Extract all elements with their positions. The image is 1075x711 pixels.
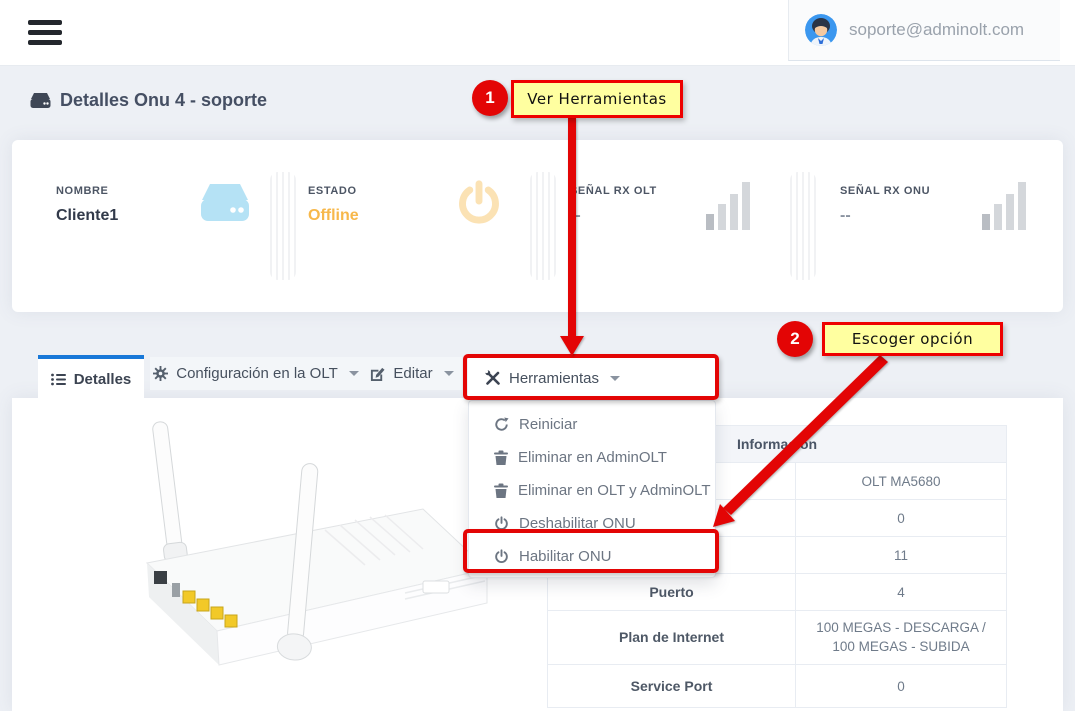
list-icon [51,373,66,386]
stat-senal-rx-olt: SEÑAL RX OLT -- [570,185,657,225]
menu-item-eliminar-olt-y-adminolt[interactable]: Eliminar en OLT y AdminOLT [469,474,715,507]
hdd-icon [30,92,51,109]
user-email: soporte@adminolt.com [849,20,1024,40]
annotation-step-1-badge: 1 [472,80,508,116]
onu-device-image [25,405,495,705]
signal-bars-icon [982,180,1028,232]
annotation-step-1-label: Ver Herramientas [511,80,683,118]
menu-item-deshabilitar-onu[interactable]: Deshabilitar ONU [469,507,715,540]
herramientas-dropdown-menu: Reiniciar Eliminar en AdminOLT Eliminar … [468,400,716,578]
hdd-icon [200,180,250,226]
menu-item-habilitar-onu[interactable]: Habilitar ONU [469,540,715,573]
refresh-icon [494,417,509,432]
annotation-step-2-badge: 2 [777,321,813,357]
chevron-down-icon [610,376,620,381]
divider [270,172,296,280]
tab-editar[interactable]: Editar [362,357,462,390]
stat-estado: ESTADO Offline [308,185,359,225]
tab-detalles[interactable]: Detalles [38,355,144,400]
trash-icon [494,483,508,498]
power-icon [456,180,502,226]
page-title: Detalles Onu 4 - soporte [30,90,267,111]
power-icon [494,516,509,531]
table-row: Puerto 4 [548,574,1007,611]
user-avatar [805,14,837,46]
tools-icon [485,370,501,386]
divider [790,172,816,280]
table-row: Plan de Internet 100 MEGAS - DESCARGA / … [548,611,1007,665]
onu-summary-card: NOMBRE Cliente1 ESTADO Offline SEÑAL RX … [12,140,1063,312]
user-menu[interactable]: soporte@adminolt.com [788,0,1060,61]
menu-item-eliminar-adminolt[interactable]: Eliminar en AdminOLT [469,441,715,474]
signal-bars-icon [706,180,752,232]
menu-item-reiniciar[interactable]: Reiniciar [469,408,715,441]
table-row: Service Port 0 [548,665,1007,708]
top-navbar: soporte@adminolt.com [0,0,1075,66]
annotation-step-2-label: Escoger opción [822,322,1003,356]
edit-icon [370,366,385,381]
tab-configuracion-olt[interactable]: Configuración en la OLT [150,357,362,390]
power-icon [494,549,509,564]
hamburger-menu-icon[interactable] [28,20,62,46]
chevron-down-icon [444,371,454,376]
divider [530,172,556,280]
stat-nombre: NOMBRE Cliente1 [56,185,118,225]
chevron-down-icon [349,371,359,376]
tab-herramientas[interactable]: Herramientas [468,358,716,398]
arrow-1-head [560,336,584,356]
stat-senal-rx-onu: SEÑAL RX ONU -- [840,185,930,225]
trash-icon [494,450,508,465]
gear-icon [153,366,168,381]
